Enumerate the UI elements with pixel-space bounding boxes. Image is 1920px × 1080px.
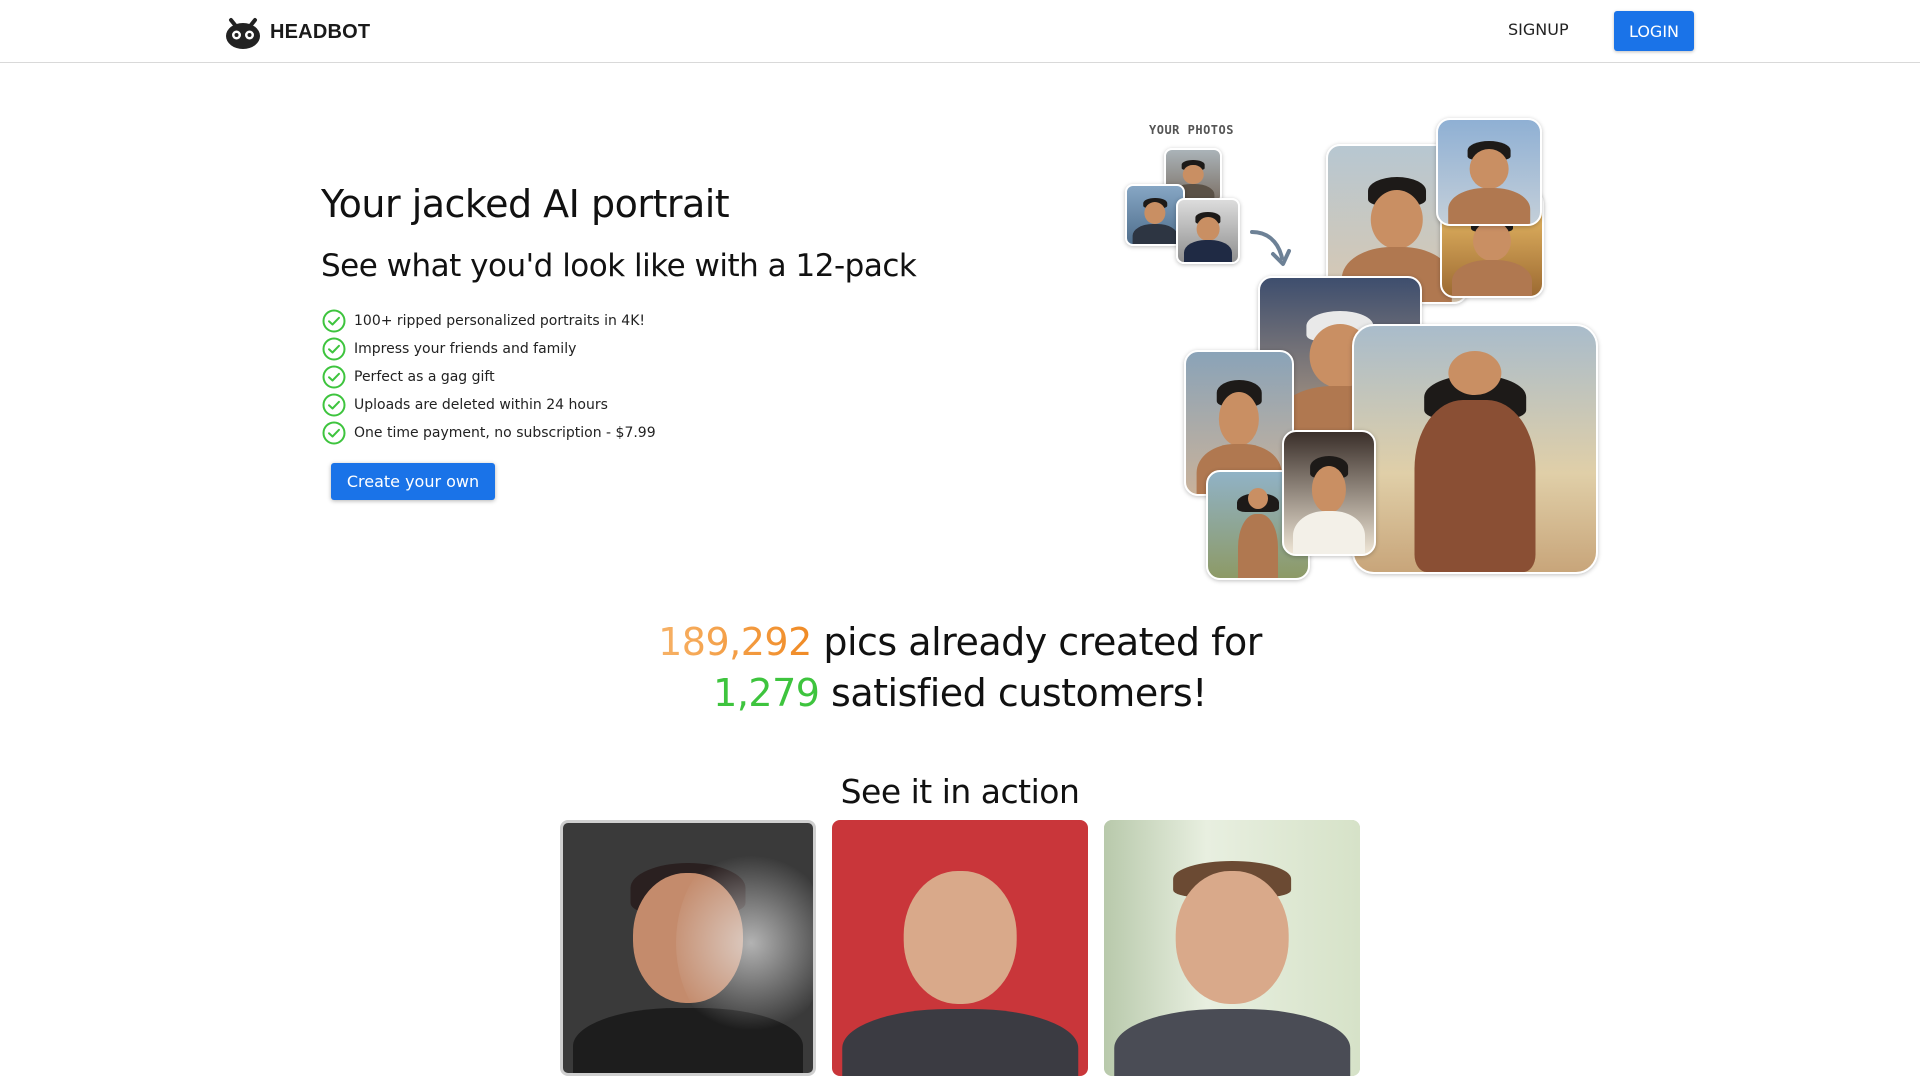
- create-your-own-button[interactable]: Create your own: [331, 463, 495, 500]
- feature-item: Impress your friends and family: [322, 335, 656, 363]
- stats-line-pics: 189,292 pics already created for: [0, 617, 1920, 668]
- brand-logo[interactable]: HEADBOT: [224, 14, 370, 50]
- check-circle-icon: [322, 365, 346, 389]
- brand-name: HEADBOT: [270, 20, 371, 43]
- generated-portrait: [1436, 118, 1542, 226]
- demo-portrait[interactable]: [832, 820, 1088, 1076]
- portrait-collage: YOUR PHOTOS: [1120, 118, 1600, 580]
- check-circle-icon: [322, 421, 346, 445]
- your-photos-label: YOUR PHOTOS: [1149, 123, 1234, 137]
- demo-portrait[interactable]: [1104, 820, 1360, 1076]
- stats-line-customers: 1,279 satisfied customers!: [0, 668, 1920, 719]
- feature-text: Perfect as a gag gift: [354, 369, 495, 385]
- feature-item: 100+ ripped personalized portraits in 4K…: [322, 307, 656, 335]
- generated-portrait: [1282, 430, 1376, 556]
- robot-head-icon: [226, 18, 260, 49]
- check-circle-icon: [322, 309, 346, 333]
- customers-count: 1,279: [713, 671, 820, 715]
- top-nav: HEADBOT SIGNUP LOGIN: [0, 0, 1920, 63]
- pics-count: 189,292: [658, 620, 812, 664]
- input-photo: [1176, 198, 1240, 264]
- demo-portrait[interactable]: [560, 820, 816, 1076]
- signup-link[interactable]: SIGNUP: [1508, 20, 1569, 39]
- login-button[interactable]: LOGIN: [1614, 11, 1694, 51]
- hero-title: Your jacked AI portrait: [321, 182, 730, 226]
- pics-text: pics already created for: [823, 620, 1262, 664]
- feature-text: One time payment, no subscription - $7.9…: [354, 425, 656, 441]
- see-it-in-action-title: See it in action: [840, 772, 1080, 811]
- generated-portrait: [1352, 324, 1598, 574]
- curved-arrow-icon: [1250, 230, 1291, 266]
- check-circle-icon: [322, 393, 346, 417]
- check-circle-icon: [322, 337, 346, 361]
- feature-item: One time payment, no subscription - $7.9…: [322, 419, 656, 447]
- feature-item: Uploads are deleted within 24 hours: [322, 391, 656, 419]
- feature-list: 100+ ripped personalized portraits in 4K…: [322, 307, 656, 447]
- customers-text: satisfied customers!: [831, 671, 1207, 715]
- feature-text: 100+ ripped personalized portraits in 4K…: [354, 313, 645, 329]
- feature-text: Uploads are deleted within 24 hours: [354, 397, 608, 413]
- stats-block: 189,292 pics already created for 1,279 s…: [0, 617, 1920, 719]
- feature-item: Perfect as a gag gift: [322, 363, 656, 391]
- hero-subtitle: See what you'd look like with a 12-pack: [321, 248, 917, 284]
- feature-text: Impress your friends and family: [354, 341, 577, 357]
